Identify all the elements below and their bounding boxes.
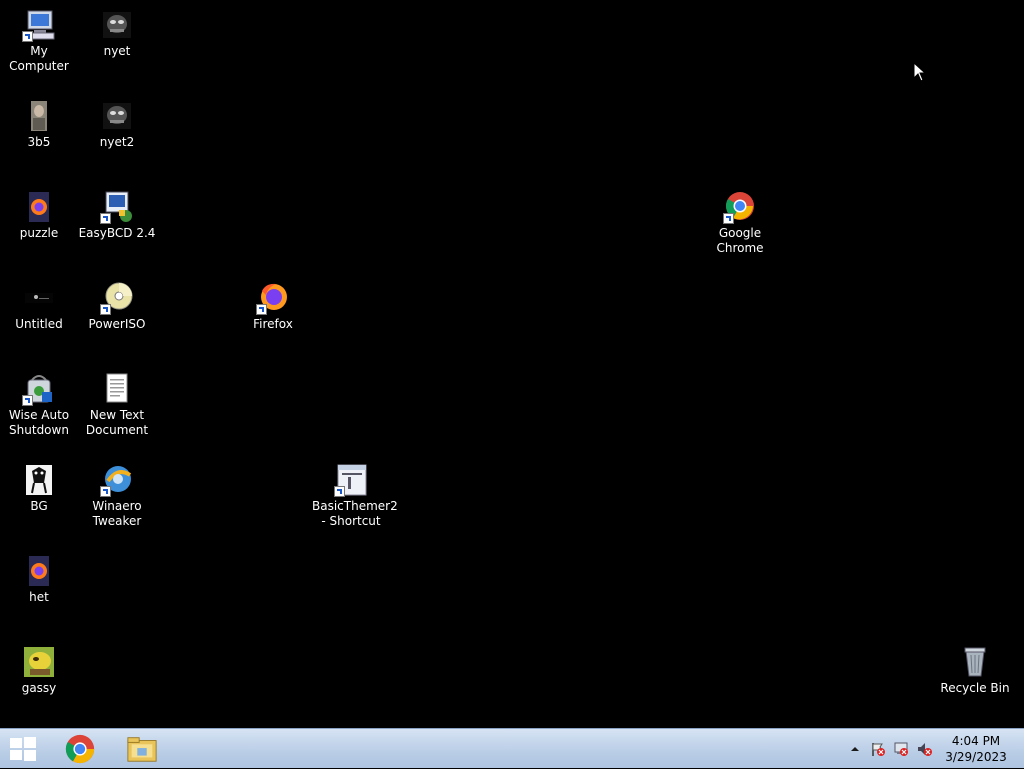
desktop-icon-label: BasicThemer2 - Shortcut xyxy=(312,499,398,528)
chrome-icon xyxy=(65,734,95,764)
easybcd-icon xyxy=(100,190,134,224)
desktop-icon-bg[interactable]: BG xyxy=(0,455,78,514)
desktop-icon-untitled[interactable]: Untitled xyxy=(0,273,78,332)
desktop-icon-nyet2[interactable]: nyet2 xyxy=(78,91,156,150)
clock[interactable]: 4:04 PM 3/29/2023 xyxy=(944,733,1008,765)
mouse-pointer-icon xyxy=(913,61,927,86)
image-thumbnail-icon xyxy=(22,99,56,133)
desktop-icon-gassy[interactable]: gassy xyxy=(0,637,78,696)
shortcut-arrow-icon xyxy=(256,304,267,315)
desktop-icon-google-chrome[interactable]: Google Chrome xyxy=(701,182,779,256)
desktop-icon-wise-auto-shutdown[interactable]: Wise Auto Shutdown xyxy=(0,364,78,438)
file-explorer-icon xyxy=(127,737,157,762)
desktop-icon-label: My Computer xyxy=(9,44,69,73)
desktop-icon-easybcd[interactable]: EasyBCD 2.4 xyxy=(78,182,156,241)
desktop-icon-recycle-bin[interactable]: Recycle Bin xyxy=(936,637,1014,696)
shortcut-arrow-icon xyxy=(100,304,111,315)
desktop-icon-label: Google Chrome xyxy=(716,226,764,255)
firefox-icon xyxy=(256,281,290,315)
clock-date: 3/29/2023 xyxy=(945,750,1007,764)
desktop-icon-new-text-document[interactable]: New Text Document xyxy=(78,364,156,438)
desktop-icon-label: BG xyxy=(30,499,48,513)
desktop-icon-label: Recycle Bin xyxy=(940,681,1010,695)
shortcut-arrow-icon xyxy=(100,213,111,224)
shortcut-arrow-icon xyxy=(334,486,345,497)
desktop-icon-3b5[interactable]: 3b5 xyxy=(0,91,78,150)
shortcut-arrow-icon xyxy=(100,486,111,497)
shortcut-arrow-icon xyxy=(723,213,734,224)
desktop-icon-label: het xyxy=(29,590,49,604)
desktop-icon-label: EasyBCD 2.4 xyxy=(78,226,156,240)
desktop-icon-label: New Text Document xyxy=(85,408,149,437)
desktop-icon-nyet[interactable]: nyet xyxy=(78,0,156,59)
desktop-icon-label: nyet xyxy=(103,44,131,58)
desktop-icon-het[interactable]: het xyxy=(0,546,78,605)
desktop-icon-label: gassy xyxy=(21,681,57,695)
taskbar-chrome-button[interactable] xyxy=(64,733,96,765)
chrome-icon xyxy=(723,190,757,224)
disc-icon xyxy=(100,281,134,315)
desktop-icon-my-computer[interactable]: My Computer xyxy=(0,0,78,74)
network-disconnected-icon[interactable] xyxy=(893,741,909,757)
winaero-icon xyxy=(100,463,134,497)
text-file-icon xyxy=(100,372,134,406)
shutdown-app-icon xyxy=(22,372,56,406)
image-thumbnail-icon xyxy=(22,281,56,315)
shortcut-arrow-icon xyxy=(22,31,33,42)
desktop-icon-label: Untitled xyxy=(15,317,63,331)
start-button[interactable] xyxy=(8,735,38,763)
desktop-icon-label: Firefox xyxy=(253,317,293,331)
image-thumbnail-icon xyxy=(100,99,134,133)
image-thumbnail-icon xyxy=(22,645,56,679)
desktop-icon-label: Winaero Tweaker xyxy=(92,499,142,528)
desktop-icon-puzzle[interactable]: puzzle xyxy=(0,182,78,241)
firefox-file-icon xyxy=(22,190,56,224)
desktop-icon-firefox[interactable]: Firefox xyxy=(234,273,312,332)
desktop-icon-label: Wise Auto Shutdown xyxy=(8,408,70,437)
system-tray: 4:04 PM 3/29/2023 xyxy=(844,729,1024,769)
computer-icon xyxy=(22,8,56,42)
recycle-bin-icon xyxy=(958,645,992,679)
desktop-icon-label: PowerISO xyxy=(88,317,146,331)
action-center-icon[interactable] xyxy=(870,741,886,757)
application-window-icon xyxy=(334,463,368,497)
desktop-icon-label: 3b5 xyxy=(27,135,51,149)
clock-time: 4:04 PM xyxy=(951,734,1001,748)
taskbar: 4:04 PM 3/29/2023 xyxy=(0,728,1024,768)
desktop-icon-label: puzzle xyxy=(19,226,59,240)
show-hidden-icons-button[interactable] xyxy=(847,741,863,757)
chevron-up-icon xyxy=(851,747,859,751)
image-thumbnail-icon xyxy=(22,463,56,497)
windows-logo-icon xyxy=(10,737,36,761)
desktop-icon-basicthemer2[interactable]: BasicThemer2 - Shortcut xyxy=(312,455,398,529)
shortcut-arrow-icon xyxy=(22,395,33,406)
desktop-icon-winaero-tweaker[interactable]: Winaero Tweaker xyxy=(78,455,156,529)
image-thumbnail-icon xyxy=(100,8,134,42)
desktop: My Computer nyet 3b5 nyet2 puzzle EasyBC… xyxy=(0,0,1024,728)
desktop-icon-poweriso[interactable]: PowerISO xyxy=(78,273,156,332)
taskbar-file-explorer-button[interactable] xyxy=(126,733,158,765)
volume-muted-icon[interactable] xyxy=(916,741,932,757)
firefox-file-icon xyxy=(22,554,56,588)
desktop-icon-label: nyet2 xyxy=(99,135,135,149)
